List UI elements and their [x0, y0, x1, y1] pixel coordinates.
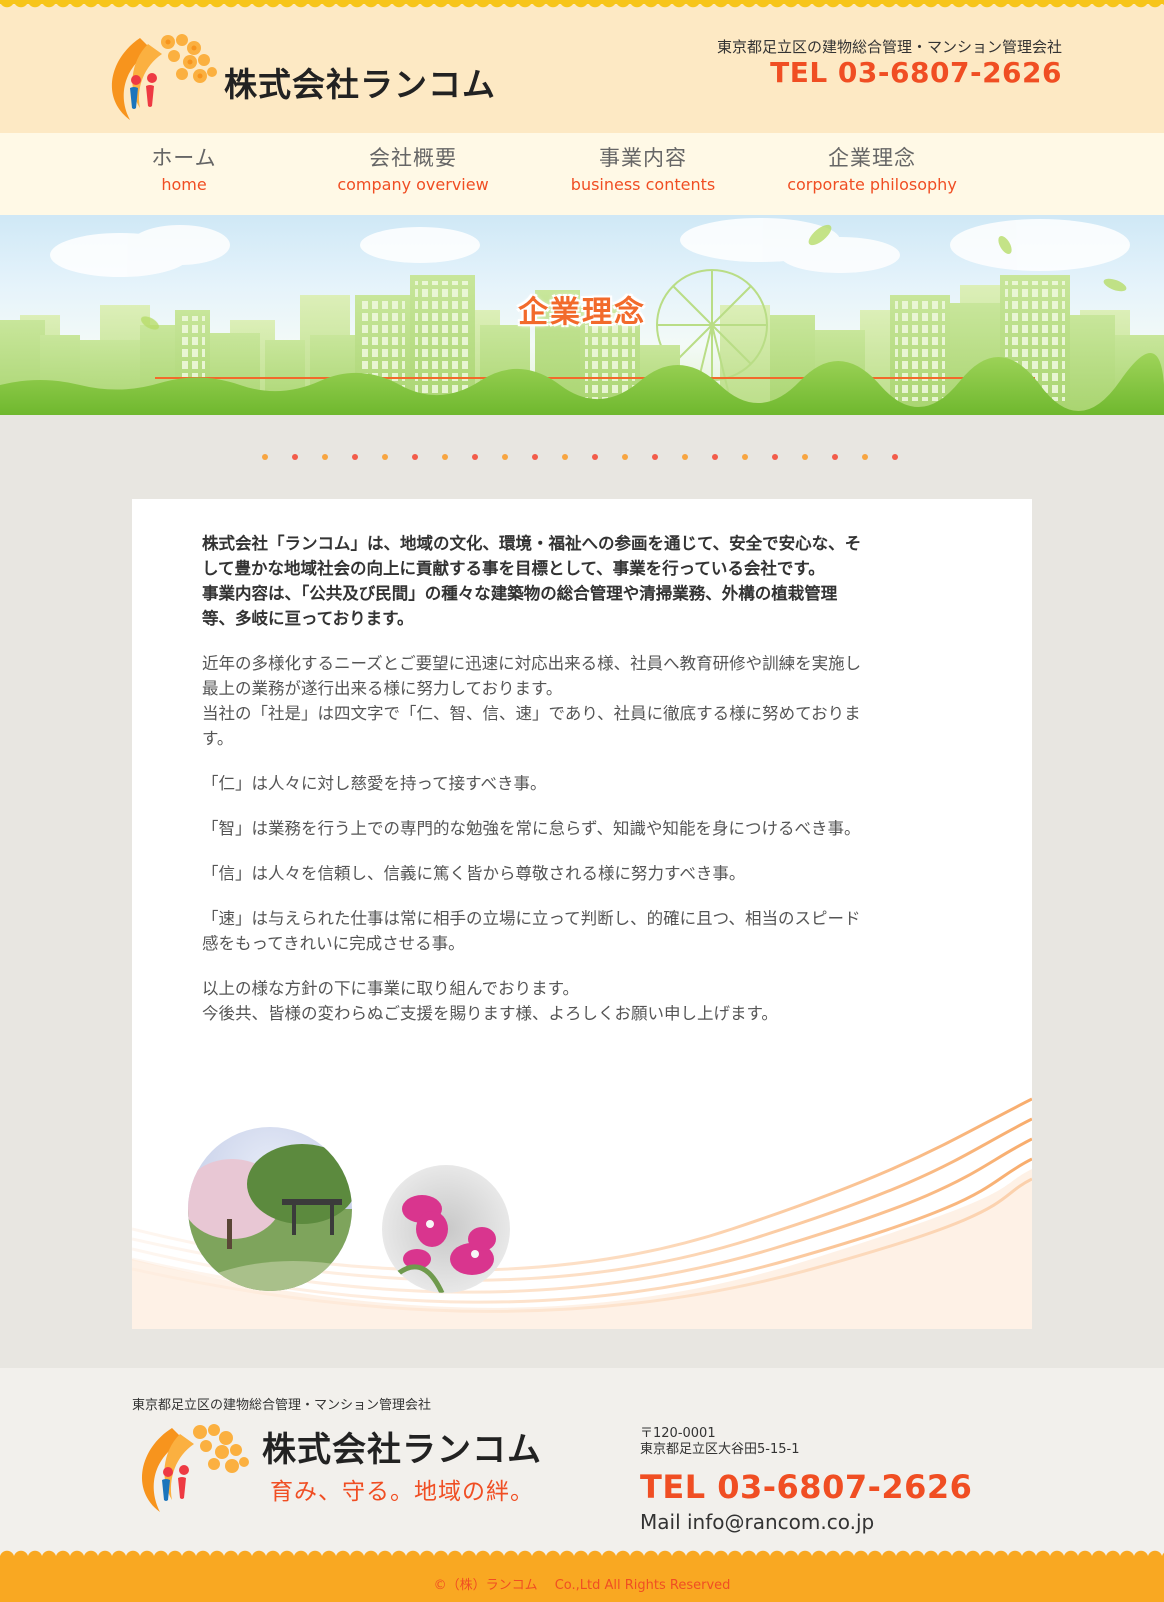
philosophy-text: 株式会社「ランコム」は、地域の文化、環境・福祉への参画を通じて、安全で安心な、そ…: [202, 531, 867, 1046]
divider-dot: [892, 454, 898, 460]
policy-line-1: 近年の多様化するニーズとご要望に迅速に対応出来る様、社員へ教育研修や訓練を実施し…: [202, 654, 862, 698]
divider-dot: [742, 454, 748, 460]
divider-dot: [412, 454, 418, 460]
intro-paragraph: 株式会社「ランコム」は、地域の文化、環境・福祉への参画を通じて、安全で安心な、そ…: [202, 531, 867, 631]
divider-dot: [472, 454, 478, 460]
nav-item-company-overview[interactable]: 会社概要 company overview: [303, 143, 523, 194]
closing-line-2: 今後共、皆様の変わらぬご支援を賜ります様、よろしくお願い申し上げます。: [202, 1004, 778, 1023]
header-logo[interactable]: 株式会社ランコム: [100, 28, 500, 124]
divider-dot: [712, 454, 718, 460]
policy-paragraph: 近年の多様化するニーズとご要望に迅速に対応出来る様、社員へ教育研修や訓練を実施し…: [202, 651, 867, 751]
divider-dot: [772, 454, 778, 460]
header-tagline: 東京都足立区の建物総合管理・マンション管理会社: [716, 38, 1062, 56]
divider-dot: [352, 454, 358, 460]
policy-line-2: 当社の「社是」は四文字で「仁、智、信、速」であり、社員に徹底する様に努めておりま…: [202, 704, 861, 748]
divider-dot: [442, 454, 448, 460]
divider-dot: [382, 454, 388, 460]
divider-dot: [832, 454, 838, 460]
footer-slogan: 育み、守る。地域の絆。: [270, 1479, 534, 1505]
nav-item-label-en: corporate philosophy: [787, 175, 957, 194]
footer-logo[interactable]: 株式会社ランコム 育み、守る。地域の絆。: [130, 1416, 550, 1516]
footer-email[interactable]: Mail info@rancom.co.jp: [640, 1510, 874, 1534]
nav-item-label-en: business contents: [570, 175, 716, 194]
divider-dot: [862, 454, 868, 460]
nav-item-business-contents[interactable]: 事業内容 business contents: [533, 143, 753, 194]
divider-dot: [682, 454, 688, 460]
footer-scallop-border: [0, 1548, 1164, 1558]
footer-street-address: 東京都足立区大谷田5-15-1: [640, 1442, 800, 1457]
principle-shin: 「信」は人々を信頼し、信義に篤く皆から尊敬される様に努力すべき事。: [202, 864, 746, 883]
principle-chi: 「智」は業務を行う上での専門的な勉強を常に怠らず、知識や知能を身につけるべき事。: [202, 819, 861, 838]
nav-item-label-en: home: [161, 175, 207, 194]
footer-address: 〒120-0001 東京都足立区大谷田5-15-1: [640, 1426, 799, 1458]
nav-item-label-jp: 会社概要: [369, 146, 457, 170]
nav-item-label-en: company overview: [337, 175, 489, 194]
divider-dot: [322, 454, 328, 460]
company-logo-mark-icon: [142, 1424, 249, 1512]
intro-line-2: 事業内容は、「公共及び民間」の種々な建築物の総合管理や清掃業務、外構の植栽管理等…: [202, 584, 838, 628]
main-nav: ホーム home 会社概要 company overview 事業内容 busi…: [0, 133, 1164, 215]
philosophy-card: 株式会社「ランコム」は、地域の文化、環境・福祉への参画を通じて、安全で安心な、そ…: [132, 499, 1032, 1329]
company-logo-mark-icon: [111, 34, 217, 120]
copyright-text: ©（株）ランコム Co.,Ltd All Rights Reserved: [433, 1578, 731, 1593]
divider-dot: [532, 454, 538, 460]
footer-company-name: 株式会社ランコム: [262, 1430, 542, 1470]
divider-dot: [262, 454, 268, 460]
nav-item-label-jp: 事業内容: [599, 146, 687, 170]
intro-line-1: 株式会社「ランコム」は、地域の文化、環境・福祉への参画を通じて、安全で安心な、そ…: [202, 534, 862, 578]
footer-tagline: 東京都足立区の建物総合管理・マンション管理会社: [132, 1398, 432, 1413]
closing-line-1: 以上の様な方針の下に事業に取り組んでおります。: [202, 979, 580, 998]
nav-item-corporate-philosophy[interactable]: 企業理念 corporate philosophy: [762, 143, 982, 194]
header-phone[interactable]: TEL 03-6807-2626: [770, 56, 1062, 89]
closing-paragraph: 以上の様な方針の下に事業に取り組んでおります。 今後共、皆様の変わらぬご支援を賜…: [202, 976, 867, 1026]
divider-dot: [292, 454, 298, 460]
footer-zip: 〒120-0001: [640, 1426, 716, 1441]
header-company-name: 株式会社ランコム: [224, 65, 496, 104]
hero-title: 企業理念: [518, 295, 646, 330]
copyright-bar: ©（株）ランコム Co.,Ltd All Rights Reserved: [0, 1548, 1164, 1602]
hero-banner: 企業理念: [0, 215, 1164, 415]
nav-item-home[interactable]: ホーム home: [74, 143, 294, 194]
divider-dot: [562, 454, 568, 460]
divider-dot: [502, 454, 508, 460]
site-header: 株式会社ランコム 東京都足立区の建物総合管理・マンション管理会社 TEL 03-…: [0, 0, 1164, 133]
header-scallop-border: [0, 0, 1164, 14]
footer-phone[interactable]: TEL 03-6807-2626: [640, 1468, 972, 1506]
divider-dot: [802, 454, 808, 460]
divider-dot: [622, 454, 628, 460]
principle-jin: 「仁」は人々に対し慈愛を持って接すべき事。: [202, 774, 547, 793]
divider-dot: [652, 454, 658, 460]
dot-divider: [262, 454, 902, 462]
nav-item-label-jp: 企業理念: [828, 146, 916, 170]
divider-dot: [592, 454, 598, 460]
decorative-photos: [132, 1097, 1032, 1329]
principle-soku: 「速」は与えられた仕事は常に相手の立場に立って判断し、的確に且つ、相当のスピード…: [202, 909, 861, 953]
nav-item-label-jp: ホーム: [151, 146, 217, 170]
